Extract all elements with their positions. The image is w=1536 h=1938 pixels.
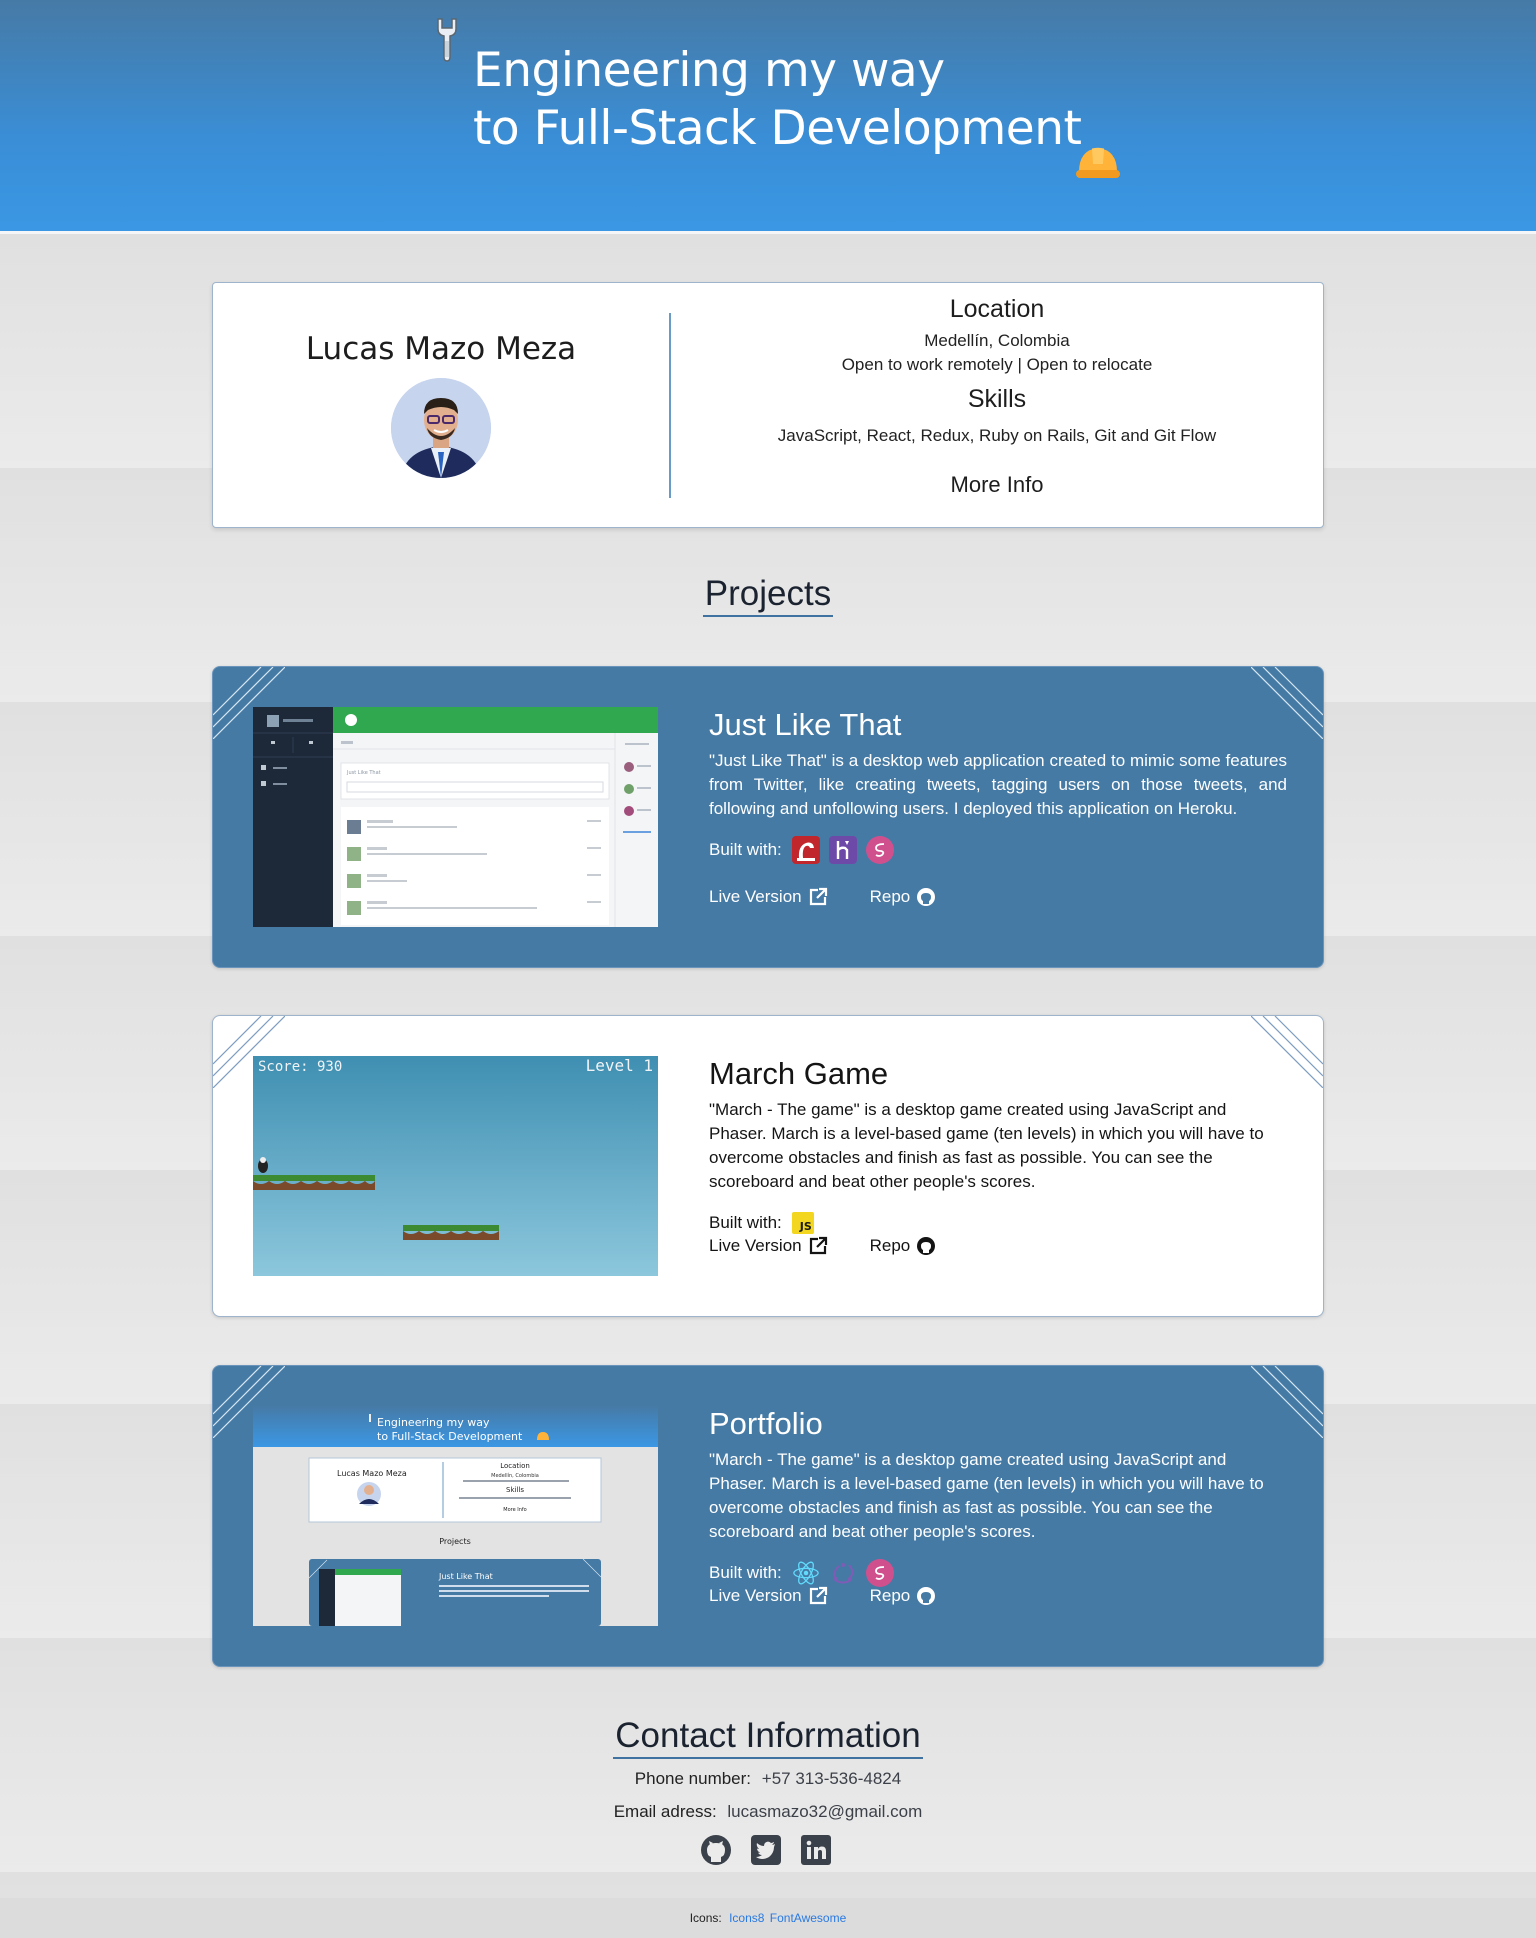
project-title: March Game (709, 1056, 889, 1091)
twitter-icon[interactable] (750, 1834, 782, 1866)
built-with: Built with: (709, 835, 1287, 865)
live-version-label: Live Version (709, 887, 802, 906)
project-card-portfolio: Engineering my way to Full-Stack Develop… (212, 1365, 1324, 1667)
built-with-label: Built with: (709, 840, 782, 859)
skills-heading: Skills (967, 385, 1027, 413)
social-links (700, 1834, 832, 1866)
avatar (391, 378, 491, 478)
live-version-link[interactable]: Live Version (709, 887, 828, 907)
repo-link[interactable]: Repo (870, 1236, 937, 1256)
profile-identity: Lucas Mazo Meza (213, 283, 669, 527)
repo-label: Repo (869, 1586, 911, 1605)
wrench-icon (437, 18, 457, 62)
project-description: "Just Like That" is a desktop web applic… (709, 751, 1287, 818)
page-footer: Icons: Icons8 FontAwesome (0, 1898, 1536, 1938)
project-info: March Game "March - The game" is a deskt… (709, 1054, 1287, 1238)
built-with-label: Built with: (709, 1213, 782, 1232)
availability-text: Open to work remotely | Open to relocate (841, 355, 1153, 374)
github-icon (917, 888, 936, 906)
profile-name: Lucas Mazo Meza (305, 331, 577, 367)
svg-text:Engineering my way: Engineering my way (377, 1416, 490, 1429)
linkedin-icon[interactable] (800, 1834, 832, 1866)
react-icon (792, 1559, 820, 1587)
rails-icon (791, 836, 820, 864)
just-like-that-thumbnail: Just Like That (253, 707, 658, 927)
project-card-just-like-that: Just Like That Just Like That "Just Like… (212, 666, 1324, 968)
repo-link[interactable]: Repo (870, 887, 937, 907)
svg-text:Just Like That: Just Like That (346, 770, 381, 776)
profile-details: Location Medellín, Colombia Open to work… (671, 283, 1323, 527)
svg-text:to Full-Stack Development: to Full-Stack Development (377, 1430, 523, 1443)
page-header: Engineering my way to Full-Stack Develop… (0, 0, 1536, 234)
javascript-icon: JS (791, 1212, 814, 1234)
project-description: "March - The game" is a desktop game cre… (709, 1450, 1264, 1541)
project-screenshot: Just Like That (253, 707, 658, 927)
game-score: Score: 930 (258, 1059, 342, 1075)
icons8-link[interactable]: Icons8 (729, 1911, 764, 1925)
project-info: Portfolio "March - The game" is a deskto… (709, 1404, 1287, 1588)
external-link-icon (809, 1586, 827, 1605)
project-screenshot: Engineering my way to Full-Stack Develop… (253, 1406, 658, 1626)
live-version-link[interactable]: Live Version (709, 1236, 828, 1256)
email-label: Email adress: (613, 1802, 717, 1821)
external-link-icon (809, 887, 827, 906)
footer-label: Icons: (689, 1911, 722, 1925)
location-value: Medellín, Colombia (924, 331, 1070, 350)
more-info-link[interactable]: More Info (671, 472, 1323, 498)
location-heading: Location (949, 295, 1045, 323)
github-icon (917, 1237, 936, 1255)
svg-text:Location: Location (500, 1462, 530, 1470)
external-link-icon (809, 1236, 827, 1255)
project-title: Just Like That (709, 707, 902, 742)
svg-text:Skills: Skills (506, 1486, 524, 1494)
sass-icon (865, 1559, 894, 1587)
redux-icon (829, 1559, 857, 1587)
march-game-thumbnail: Score: 930 Level 1 (253, 1056, 658, 1276)
project-description: "March - The game" is a desktop game cre… (709, 1100, 1264, 1191)
svg-text:More Info: More Info (503, 1507, 526, 1513)
email-row: Email adress: lucasmazo32@gmail.com (0, 1802, 1536, 1822)
github-icon[interactable] (700, 1834, 732, 1866)
svg-text:Lucas Mazo Meza: Lucas Mazo Meza (337, 1469, 407, 1478)
phone-row: Phone number: +57 313-536-4824 (0, 1769, 1536, 1789)
built-with: Built with: JS (709, 1208, 1287, 1238)
email-address[interactable]: lucasmazo32@gmail.com (727, 1802, 922, 1821)
contact-heading: Contact Information (0, 1716, 1536, 1759)
project-links: Live Version Repo (709, 1236, 978, 1256)
svg-text:Medellín, Colombia: Medellín, Colombia (491, 1472, 539, 1479)
svg-text:Just Like That: Just Like That (438, 1572, 493, 1581)
heroku-icon (828, 836, 857, 864)
built-with: Built with: (709, 1558, 1287, 1588)
built-with-label: Built with: (709, 1563, 782, 1582)
repo-label: Repo (869, 887, 911, 906)
live-version-label: Live Version (709, 1586, 802, 1605)
skills-list: JavaScript, React, Redux, Ruby on Rails,… (777, 426, 1217, 445)
fontawesome-link[interactable]: FontAwesome (770, 1911, 846, 1925)
live-version-link[interactable]: Live Version (709, 1586, 828, 1606)
repo-label: Repo (869, 1236, 911, 1255)
svg-text:Projects: Projects (439, 1537, 471, 1546)
github-icon (917, 1587, 936, 1605)
project-screenshot: Score: 930 Level 1 (253, 1056, 658, 1276)
avatar-photo (391, 378, 491, 478)
project-links: Live Version Repo (709, 1586, 978, 1606)
live-version-label: Live Version (709, 1236, 802, 1255)
phone-label: Phone number: (634, 1769, 752, 1788)
sass-icon (865, 836, 894, 864)
game-level: Level 1 (586, 1056, 653, 1075)
repo-link[interactable]: Repo (870, 1586, 937, 1606)
portfolio-thumbnail: Engineering my way to Full-Stack Develop… (253, 1406, 658, 1626)
page-title: Engineering my way to Full-Stack Develop… (473, 43, 1082, 156)
project-card-march-game: Score: 930 Level 1 March Game "March - T… (212, 1015, 1324, 1317)
hard-hat-icon (1076, 147, 1120, 178)
project-title: Portfolio (709, 1406, 823, 1441)
phone-number[interactable]: +57 313-536-4824 (762, 1769, 901, 1788)
project-info: Just Like That "Just Like That" is a des… (709, 705, 1287, 865)
profile-card: Lucas Mazo Meza Location Medellín, Colom… (212, 282, 1324, 528)
project-links: Live Version Repo (709, 887, 978, 907)
projects-heading: Projects (0, 574, 1536, 617)
